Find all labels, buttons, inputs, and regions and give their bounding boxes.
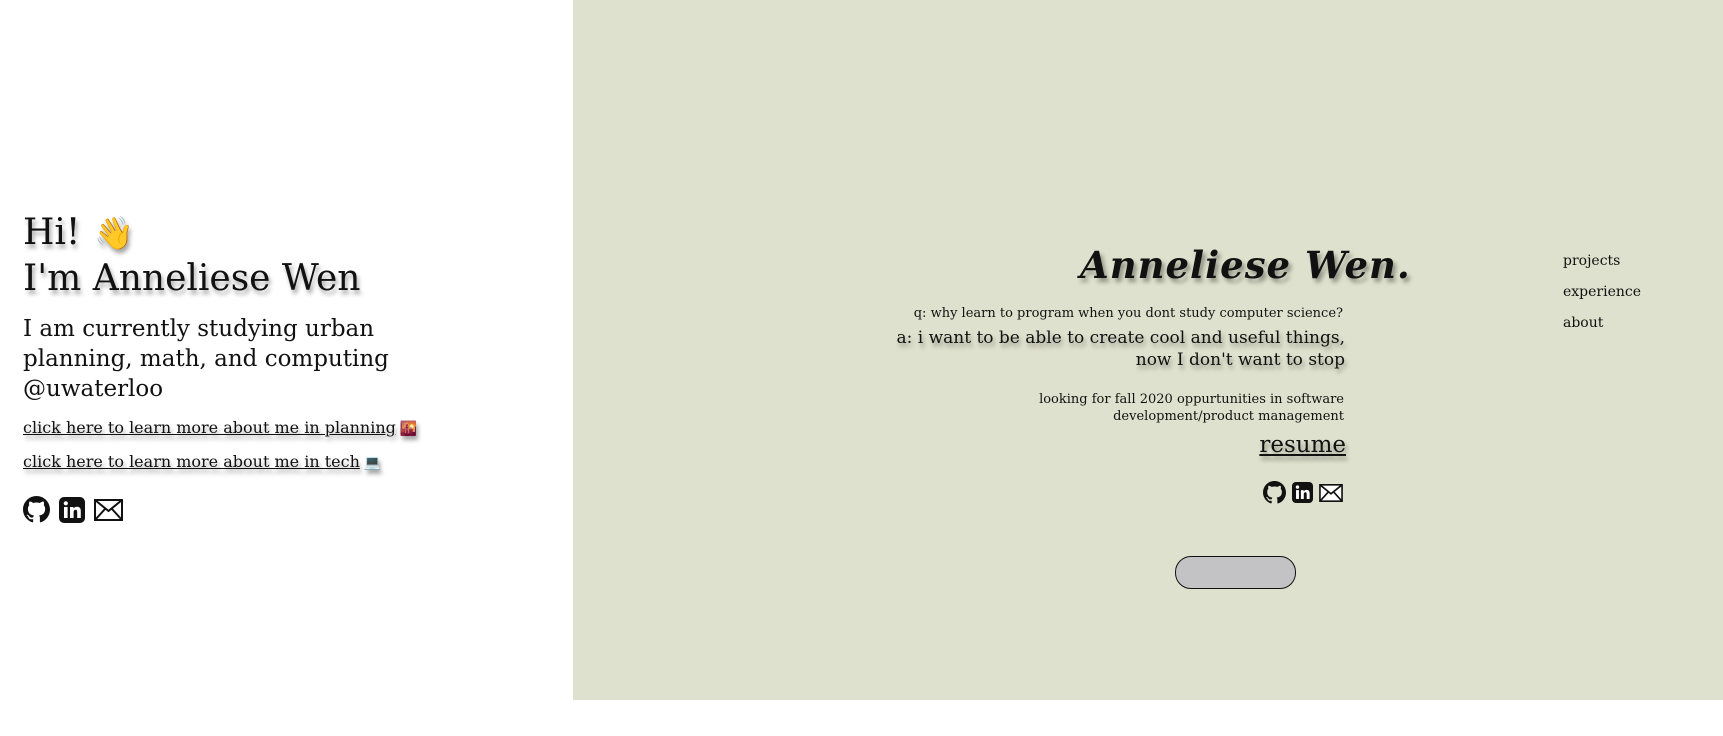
intro-name: I'm Anneliese Wen [23, 258, 361, 299]
wave-emoji: 👋 [94, 214, 135, 252]
planning-link-label: click here to learn more about me in pla… [23, 418, 396, 437]
nav-item-experience[interactable]: experience [1563, 277, 1641, 308]
greeting-heading: Hi! 👋 [23, 210, 134, 256]
bottom-strip [573, 700, 1723, 736]
linkedin-icon[interactable] [1292, 482, 1313, 507]
resume-link[interactable]: resume [1259, 430, 1346, 460]
mail-icon[interactable] [1319, 483, 1343, 506]
brand-name: Anneliese Wen. [1080, 243, 1411, 287]
mail-icon[interactable] [94, 498, 123, 525]
nav-item-projects[interactable]: projects [1563, 246, 1641, 277]
intro-panel: Hi! 👋 I'm Anneliese Wen I am currently st… [0, 0, 573, 736]
github-icon[interactable] [23, 496, 50, 527]
linkedin-icon[interactable] [59, 496, 85, 527]
bio-text: I am currently studying urban planning, … [23, 316, 389, 402]
answer-text: a: i want to be able to create cool and … [896, 328, 1345, 370]
site-nav: projects experience about [1563, 246, 1641, 339]
nav-item-about[interactable]: about [1563, 308, 1641, 339]
question-text: q: why learn to program when you dont st… [913, 306, 1343, 321]
tech-link[interactable]: click here to learn more about me in tec… [23, 451, 381, 474]
panel-social-links [1263, 481, 1343, 508]
planning-link[interactable]: click here to learn more about me in pla… [23, 417, 417, 440]
greeting-text: Hi! [23, 212, 81, 253]
github-icon[interactable] [1263, 481, 1286, 508]
availability-text: looking for fall 2020 oppurtunities in s… [1039, 392, 1344, 424]
pill-button[interactable] [1175, 556, 1296, 589]
tech-link-label: click here to learn more about me in tec… [23, 452, 360, 471]
social-links [23, 496, 123, 527]
cityscape-emoji: 🌇 [399, 421, 418, 437]
laptop-emoji: 💻 [363, 455, 382, 471]
